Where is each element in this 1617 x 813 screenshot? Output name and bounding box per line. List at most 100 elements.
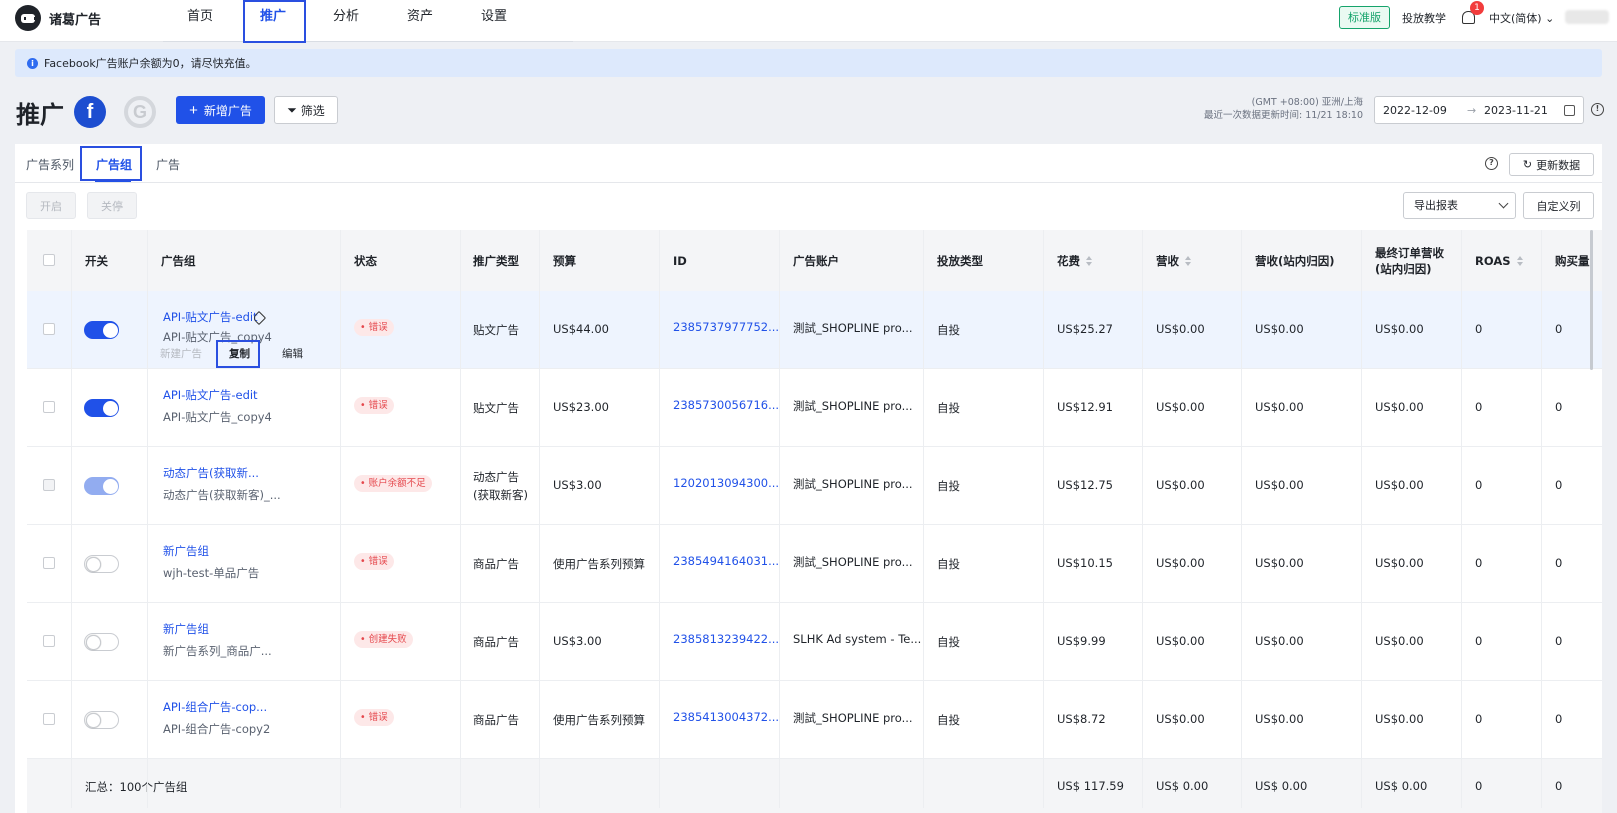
adgroup-id-link[interactable]: 2385494164031... <box>673 554 779 568</box>
tabs-border <box>15 182 1602 183</box>
th-adgroup: 广告组 <box>161 253 196 268</box>
tab-campaigns[interactable]: 广告系列 <box>26 156 74 173</box>
row-checkbox[interactable] <box>43 401 55 413</box>
date-start[interactable]: 2022-12-09 <box>1383 104 1447 117</box>
nav-promotion[interactable]: 推广 <box>256 0 290 42</box>
adgroup-name-link[interactable]: API-组合广告-cop... <box>163 699 267 715</box>
plan-badge[interactable]: 标准版 <box>1339 6 1390 29</box>
export-label: 导出报表 <box>1414 199 1458 212</box>
tab-adgroups[interactable]: 广告组 <box>96 156 132 173</box>
th-roas[interactable]: ROAS <box>1475 230 1523 291</box>
purchases-value: 0 <box>1555 634 1563 648</box>
language-selector[interactable]: 中文(简体) ⌄ <box>1489 10 1554 26</box>
column-divider <box>71 230 72 808</box>
app-logo[interactable]: 诸葛广告 <box>15 5 101 31</box>
purchases-value: 0 <box>1555 478 1563 492</box>
tab-ads[interactable]: 广告 <box>156 156 180 173</box>
column-divider <box>1043 230 1044 808</box>
enable-button[interactable]: 开启 <box>26 192 76 219</box>
promo-type: 贴文广告 <box>473 401 519 415</box>
date-end[interactable]: 2023-11-21 <box>1484 104 1548 117</box>
status-badge: 账户余额不足 <box>354 475 432 492</box>
row-switch[interactable] <box>84 633 119 651</box>
table-row[interactable]: 新广告组 新广告系列_商品广... 创建失败 商品广告 US$3.00 2385… <box>27 603 1602 681</box>
refresh-label: 更新数据 <box>1536 158 1581 172</box>
table-row[interactable]: API-贴文广告-edit API-贴文广告_copy4 新建广告 复制 编辑 … <box>27 291 1602 369</box>
row-switch[interactable] <box>84 477 119 495</box>
summary-spend: US$ 117.59 <box>1057 779 1124 793</box>
disable-button[interactable]: 关停 <box>87 192 137 219</box>
adgroup-name-link[interactable]: API-贴文广告-edit <box>163 387 258 403</box>
table-row[interactable]: 新广告组 wjh-test-单品广告 错误 商品广告 使用广告系列预算 2385… <box>27 525 1602 603</box>
custom-columns-button[interactable]: 自定义列 <box>1523 192 1594 219</box>
th-status: 状态 <box>354 253 377 268</box>
add-ad-button[interactable]: + 新增广告 <box>176 96 265 124</box>
date-range-picker[interactable]: 2022-12-09 → 2023-11-21 <box>1374 96 1584 124</box>
adgroup-id-link[interactable]: 2385737977752... <box>673 320 779 334</box>
row-checkbox[interactable] <box>43 479 55 491</box>
edit-action[interactable]: 编辑 <box>282 346 303 361</box>
nav-assets[interactable]: 资产 <box>403 0 437 42</box>
th-purchases: 购买量 <box>1555 253 1590 268</box>
row-checkbox[interactable] <box>43 713 55 725</box>
status-badge: 错误 <box>354 319 394 336</box>
adgroup-name-link[interactable]: API-贴文广告-edit <box>163 309 258 325</box>
filter-button[interactable]: ⏷ 筛选 <box>274 96 338 124</box>
th-spend[interactable]: 花费 <box>1057 230 1092 291</box>
select-all-checkbox[interactable] <box>43 254 55 266</box>
adgroup-id-link[interactable]: 2385413004372... <box>673 710 779 724</box>
help-icon[interactable]: ? <box>1485 157 1498 170</box>
adgroup-name-link[interactable]: 新广告组 <box>163 543 209 559</box>
summary-revenue: US$ 0.00 <box>1156 779 1209 793</box>
summary-purchases: 0 <box>1555 779 1563 793</box>
row-checkbox[interactable] <box>43 557 55 569</box>
adgroup-id-link[interactable]: 2385813239422... <box>673 632 779 646</box>
table-row[interactable]: API-组合广告-cop... API-组合广告-copy2 错误 商品广告 使… <box>27 681 1602 759</box>
revenue-value: US$0.00 <box>1156 712 1205 726</box>
status-badge: 创建失败 <box>354 631 413 648</box>
row-checkbox[interactable] <box>43 635 55 647</box>
logo-robot-icon <box>15 5 41 31</box>
balance-notice: i Facebook广告账户余额为0，请尽快充值。 <box>15 49 1602 77</box>
nav-analysis[interactable]: 分析 <box>329 0 363 42</box>
revenue-site-value: US$0.00 <box>1255 400 1304 414</box>
adgroup-name-link[interactable]: 动态广告(获取新... <box>163 465 259 481</box>
user-avatar[interactable] <box>1565 10 1609 24</box>
tutorial-link[interactable]: 投放教学 <box>1402 10 1446 26</box>
th-revenue[interactable]: 营收 <box>1156 230 1191 291</box>
nav-settings[interactable]: 设置 <box>477 0 511 42</box>
refresh-data-button[interactable]: ↻ 更新数据 <box>1509 153 1594 176</box>
delivery-type: 自投 <box>937 401 960 415</box>
adgroup-id-link[interactable]: 2385730056716... <box>673 398 779 412</box>
table-row[interactable]: API-贴文广告-edit API-贴文广告_copy4 错误 贴文广告 US$… <box>27 369 1602 447</box>
notice-text: Facebook广告账户余额为0，请尽快充值。 <box>44 57 257 70</box>
roas-value: 0 <box>1475 712 1483 726</box>
copy-action[interactable]: 复制 <box>229 346 250 361</box>
th-revenue-site: 营收(站内归因) <box>1255 253 1335 268</box>
sort-icon <box>1516 255 1523 266</box>
status-badge: 错误 <box>354 553 394 570</box>
nav-home[interactable]: 首页 <box>183 0 217 42</box>
adgroup-id-link[interactable]: 1202013094300... <box>673 476 779 490</box>
row-switch[interactable] <box>84 321 119 339</box>
summary-label: 汇总：100个广告组 <box>85 780 188 794</box>
info-circle-icon[interactable]: ! <box>1591 103 1604 116</box>
row-switch[interactable] <box>84 555 119 573</box>
revenue-value: US$0.00 <box>1156 322 1205 336</box>
row-switch[interactable] <box>84 711 119 729</box>
final-revenue-value: US$0.00 <box>1375 556 1424 570</box>
row-switch[interactable] <box>84 399 119 417</box>
adgroup-name-link[interactable]: 新广告组 <box>163 621 209 637</box>
row-checkbox[interactable] <box>43 323 55 335</box>
promo-type-sub: (获取新客) <box>473 488 528 502</box>
delivery-type: 自投 <box>937 323 960 337</box>
table-row[interactable]: 动态广告(获取新... 动态广告(获取新客)_... 账户余额不足 动态广告 (… <box>27 447 1602 525</box>
facebook-icon[interactable]: f <box>74 96 106 128</box>
table-scrollbar[interactable] <box>1590 230 1593 370</box>
new-ad-action[interactable]: 新建广告 <box>160 346 202 361</box>
column-divider <box>659 230 660 808</box>
export-select[interactable]: 导出报表 <box>1403 192 1516 219</box>
th-final-revenue-line1: 最终订单营收 <box>1375 245 1444 260</box>
google-icon[interactable]: G <box>124 96 156 128</box>
th-final-revenue: 最终订单营收 (站内归因) <box>1375 230 1444 291</box>
